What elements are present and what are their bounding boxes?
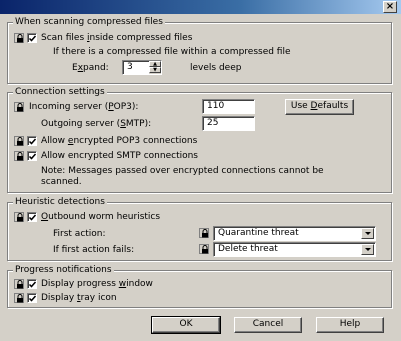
connection-settings-group: Connection settings Incoming server (POP… (7, 87, 392, 193)
first-action-label: First action: (53, 229, 106, 239)
fail-action-select[interactable]: Delete threat (213, 242, 376, 257)
lock-icon[interactable] (199, 244, 209, 254)
checkmark-icon (28, 214, 37, 221)
lock-icon[interactable] (14, 279, 24, 289)
use-defaults-button[interactable]: Use Defaults (285, 99, 354, 115)
encrypted-pop3-label: Allow encrypted POP3 connections (41, 136, 198, 146)
tray-icon-checkbox[interactable] (27, 293, 37, 303)
chevron-down-icon[interactable] (361, 228, 374, 239)
outgoing-server-label: Outgoing server (SMTP): (41, 119, 152, 129)
checkmark-icon (28, 35, 37, 42)
compressed-files-legend: When scanning compressed files (13, 17, 165, 27)
lock-icon[interactable] (14, 212, 24, 222)
progress-notifications-legend: Progress notifications (13, 265, 114, 275)
title-bar (0, 0, 401, 14)
progress-notifications-group: Progress notifications Display progress … (7, 265, 392, 308)
checkmark-icon (28, 138, 37, 145)
checkmark-icon (28, 153, 37, 160)
encrypted-pop3-checkbox[interactable] (27, 136, 37, 146)
encrypted-smtp-checkbox[interactable] (27, 151, 37, 161)
encrypted-smtp-label: Allow encrypted SMTP connections (41, 151, 198, 161)
connection-settings-legend: Connection settings (13, 87, 107, 97)
window-close-button[interactable]: × (383, 1, 397, 13)
lock-icon[interactable] (14, 151, 24, 161)
lock-icon[interactable] (14, 136, 24, 146)
outgoing-port-input[interactable]: 25 (202, 116, 255, 131)
scan-inside-label: Scan files inside compressed files (41, 33, 193, 43)
heuristic-detections-group: Heuristic detections Outbound worm heuri… (7, 197, 392, 261)
heuristic-detections-legend: Heuristic detections (13, 197, 107, 207)
cancel-button[interactable]: Cancel (234, 317, 302, 333)
levels-deep-label: levels deep (190, 63, 242, 73)
outbound-worm-checkbox[interactable] (27, 212, 37, 222)
chevron-down-icon[interactable] (361, 244, 374, 255)
incoming-server-label: Incoming server (POP3): (29, 102, 139, 112)
compressed-files-group: When scanning compressed files Scan file… (7, 17, 392, 84)
encryption-note-line2: scanned. (41, 177, 82, 187)
checkmark-icon (28, 295, 37, 302)
expand-label: Expand: (72, 63, 109, 73)
incoming-port-input[interactable]: 110 (202, 99, 255, 114)
lock-icon[interactable] (14, 33, 24, 43)
help-button[interactable]: Help (316, 317, 384, 333)
fail-action-label: If first action fails: (53, 245, 135, 255)
nested-archive-note: If there is a compressed file within a c… (53, 47, 291, 57)
lock-icon[interactable] (199, 228, 209, 238)
lock-icon[interactable] (14, 102, 24, 112)
first-action-value: Quarantine threat (218, 228, 299, 238)
first-action-select[interactable]: Quarantine threat (213, 226, 376, 241)
tray-icon-label: Display tray icon (41, 293, 117, 303)
progress-window-checkbox[interactable] (27, 279, 37, 289)
progress-window-label: Display progress window (41, 279, 153, 289)
checkmark-icon (28, 281, 37, 288)
encryption-note-line1: Note: Messages passed over encrypted con… (41, 166, 324, 176)
lock-icon[interactable] (14, 293, 24, 303)
spin-down-icon[interactable]: ▼ (149, 67, 161, 73)
outbound-worm-label: Outbound worm heuristics (41, 212, 161, 222)
ok-button[interactable]: OK (151, 316, 221, 334)
expand-depth-spinner[interactable]: ▲ ▼ (149, 61, 161, 74)
scan-inside-checkbox[interactable] (27, 33, 37, 43)
fail-action-value: Delete threat (218, 244, 278, 254)
